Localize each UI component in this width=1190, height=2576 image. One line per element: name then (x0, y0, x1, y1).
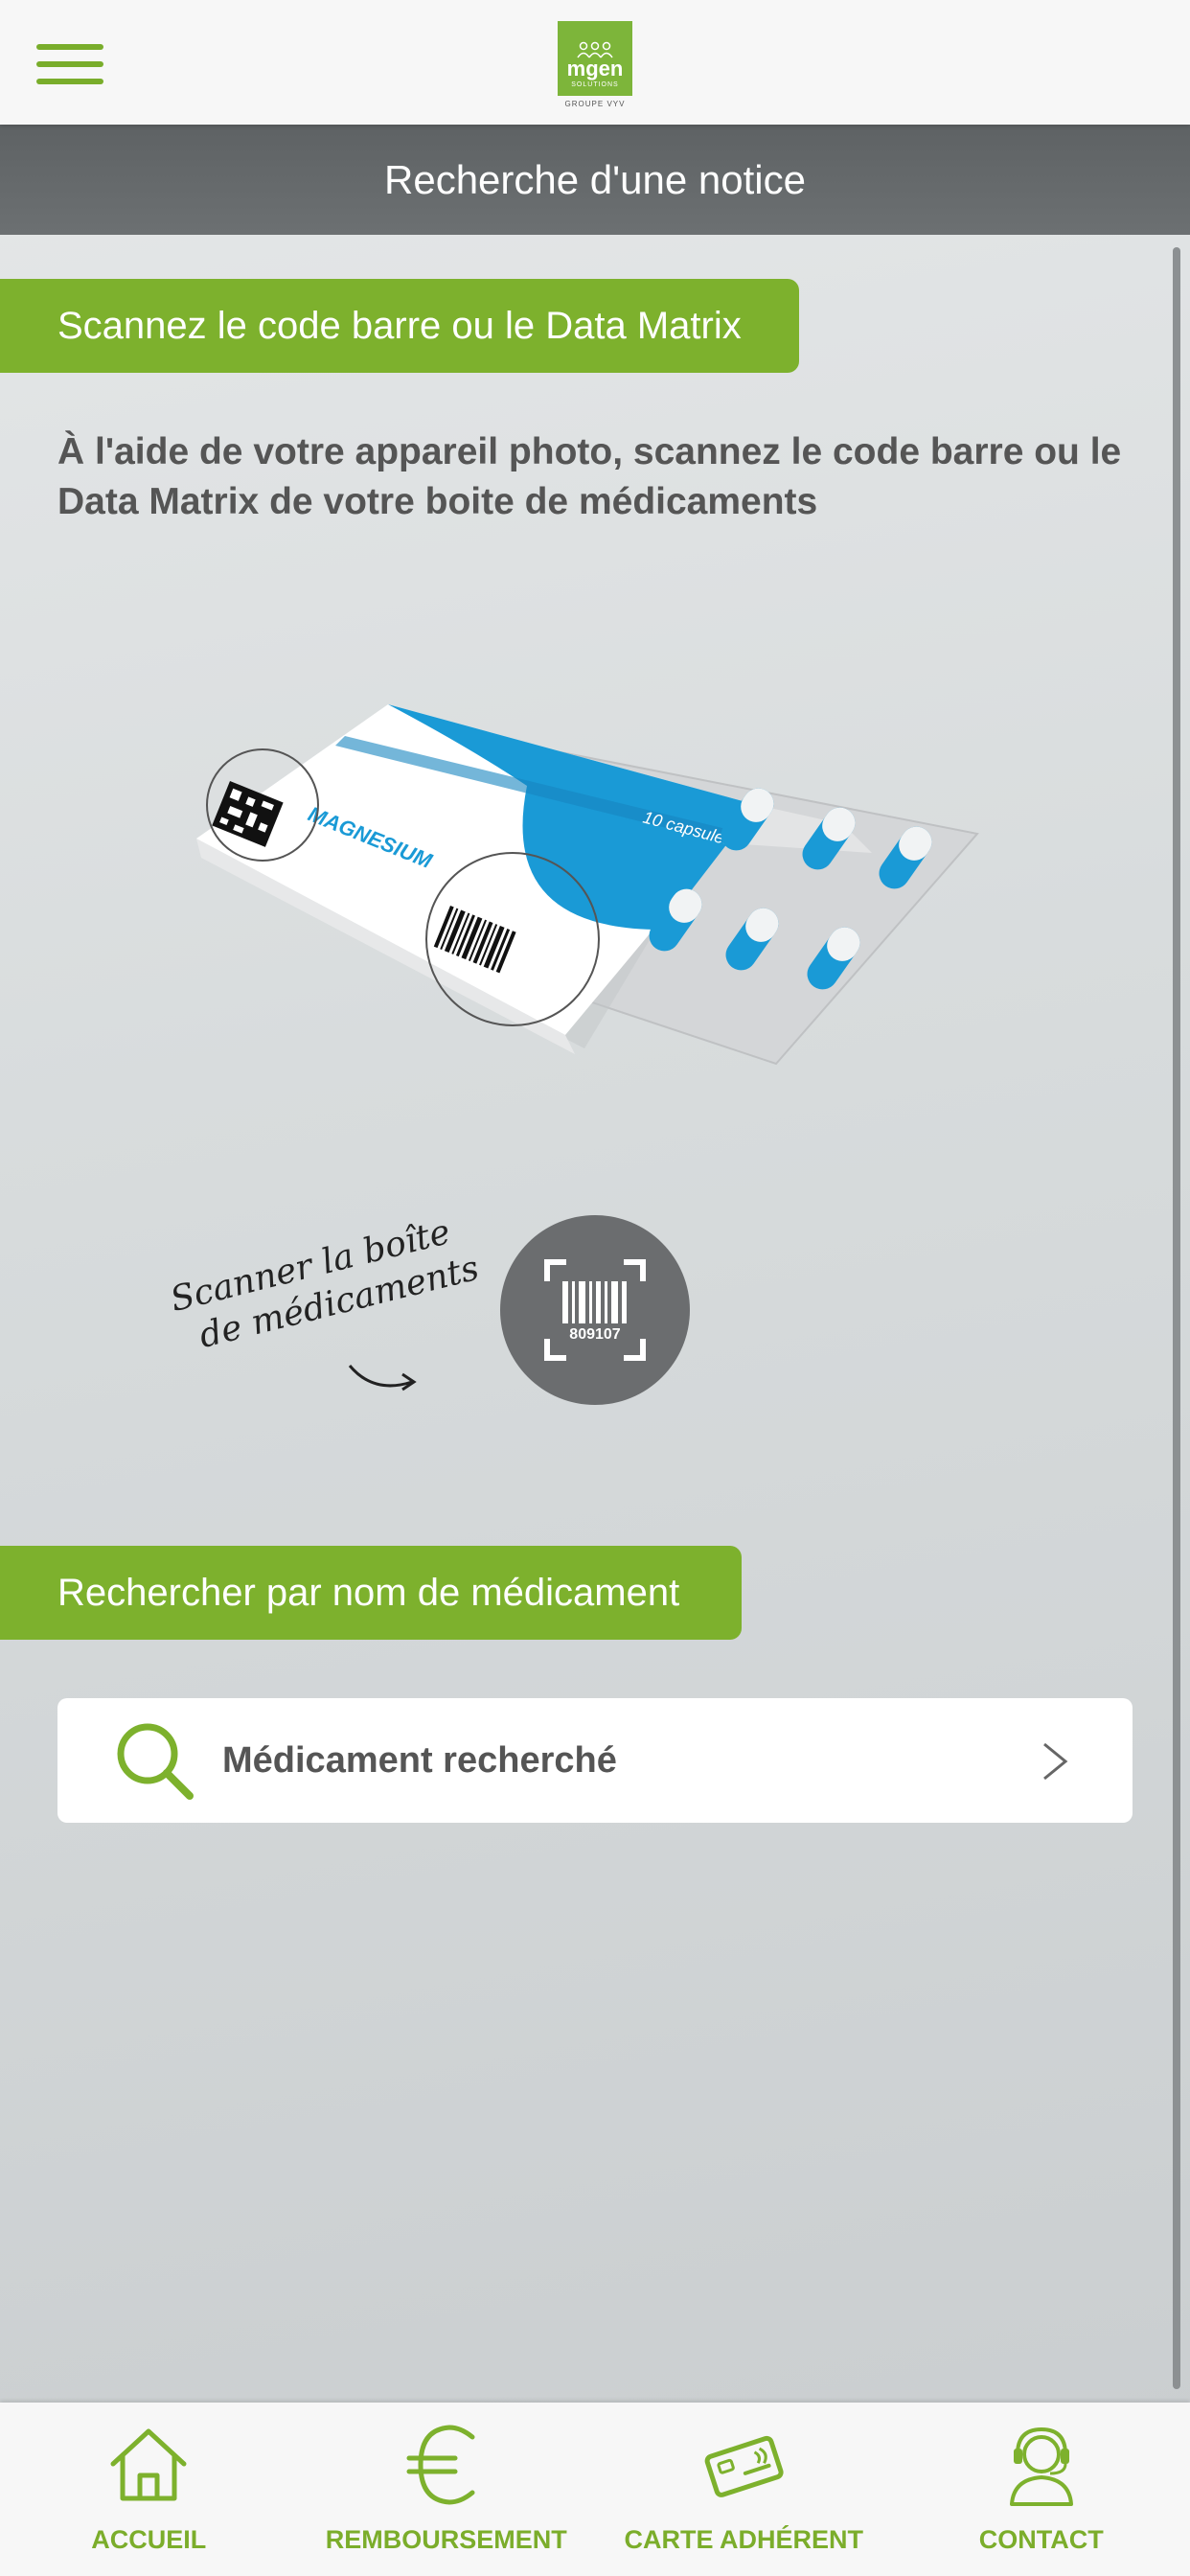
page-title: Recherche d'une notice (384, 156, 806, 202)
arrow-icon (348, 1365, 417, 1392)
bottom-navigation: ACCUEIL REMBOURSEMENT CARTE ADHÉRENT CON… (0, 2403, 1190, 2576)
scan-section-heading: Scannez le code barre ou le Data Matrix (0, 279, 799, 373)
scan-button-code: 809107 (569, 1326, 620, 1343)
scan-barcode-button[interactable]: 809107 (500, 1215, 690, 1405)
nav-item-accueil[interactable]: ACCUEIL (0, 2403, 298, 2576)
headset-icon (1009, 2426, 1073, 2506)
search-label: Médicament recherché (222, 1740, 617, 1781)
medicine-box-illustration: 10 capsules MAGNESIUM (196, 704, 979, 1066)
nav-item-contact[interactable]: CONTACT (893, 2403, 1190, 2576)
card-icon (704, 2435, 784, 2497)
nav-item-remboursement[interactable]: REMBOURSEMENT (298, 2403, 596, 2576)
search-section-heading: Rechercher par nom de médicament (0, 1546, 742, 1640)
top-bar: mgen SOLUTIONS GROUPE VYV (0, 0, 1190, 125)
mgen-logo: mgen SOLUTIONS GROUPE VYV (558, 21, 632, 113)
home-icon (110, 2428, 187, 2501)
euro-icon (406, 2425, 475, 2505)
nav-item-carte-adherent[interactable]: CARTE ADHÉRENT (595, 2403, 893, 2576)
chevron-right-icon (1043, 1742, 1068, 1781)
search-icon (117, 1723, 194, 1800)
scan-description: À l'aide de votre appareil photo, scanne… (57, 431, 1122, 522)
medication-search-field[interactable]: Médicament recherché (57, 1698, 1133, 1823)
scrollbar[interactable] (1173, 247, 1180, 2389)
scan-hint-text: Scanner la boîte de médicaments (166, 1212, 483, 1357)
barcode-scan-icon: 809107 (544, 1259, 646, 1361)
hamburger-menu-icon[interactable] (36, 44, 103, 84)
title-bar: Recherche d'une notice (0, 125, 1190, 235)
